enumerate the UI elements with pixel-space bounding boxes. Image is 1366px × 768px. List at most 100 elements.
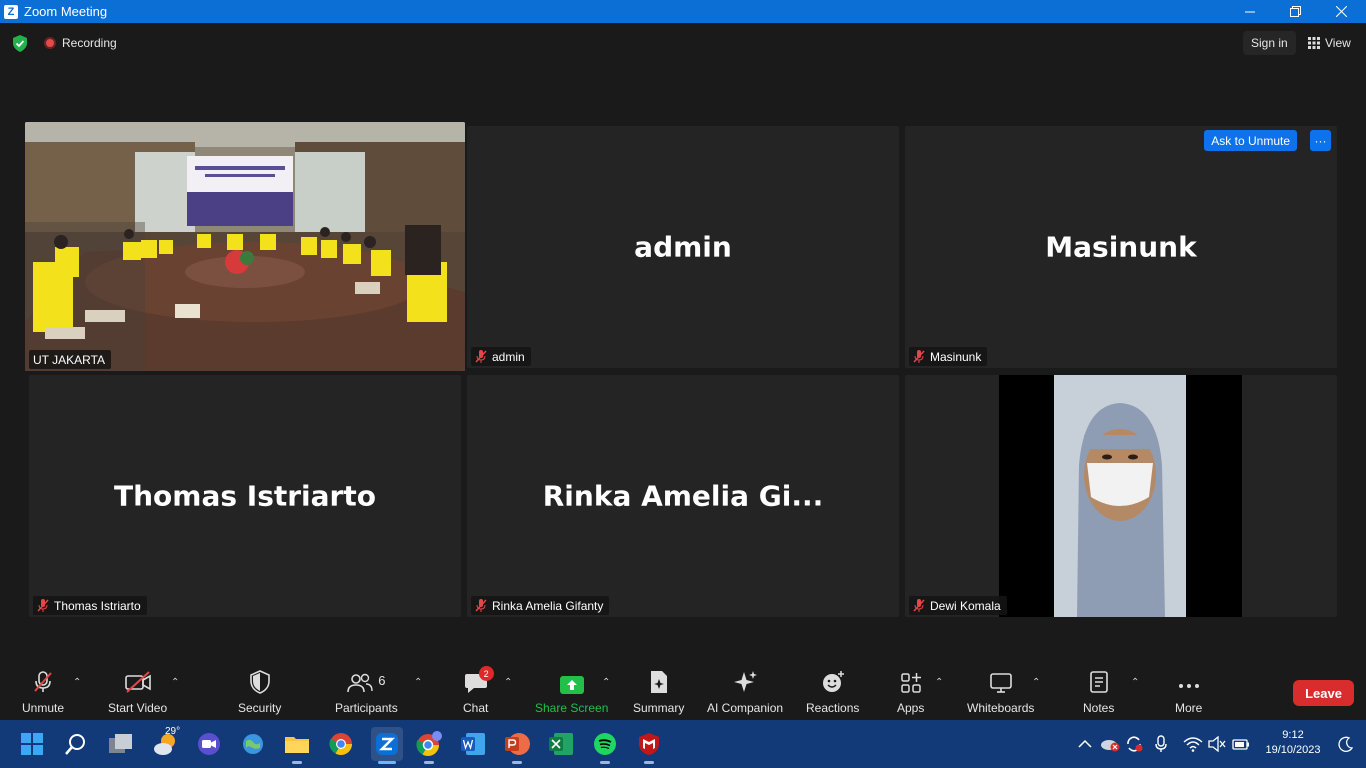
unmute-label: Unmute [22,701,65,715]
search-button[interactable] [62,730,90,758]
apps-button[interactable]: Apps [897,668,924,715]
battery-tray-icon[interactable] [1231,734,1251,754]
system-clock[interactable]: 9:12 19/10/2023 [1258,728,1328,758]
muted-mic-icon [34,671,52,692]
spotify-button[interactable] [591,730,619,758]
video-tile-admin[interactable]: admin admin [467,126,899,368]
zoom-taskbar-button[interactable] [371,727,403,761]
participant-video-image [999,375,1242,617]
word-icon [461,733,485,755]
sign-in-button[interactable]: Sign in [1243,31,1296,55]
participant-name-label: Dewi Komala [909,596,1007,615]
security-button[interactable]: Security [238,668,281,715]
view-button[interactable]: View [1302,31,1357,55]
video-tile-ut-jakarta[interactable]: UT JAKARTA [25,122,465,371]
volume-tray-icon[interactable] [1207,734,1227,754]
chevron-up-icon [1078,739,1092,748]
encryption-shield-icon[interactable] [12,35,28,52]
word-button[interactable] [459,730,487,758]
share-options-caret-icon[interactable]: ⌃ [602,677,614,688]
participant-name-label: UT JAKARTA [29,350,112,369]
notes-options-caret-icon[interactable]: ⌃ [1131,677,1143,688]
more-label: More [1175,701,1203,715]
video-tile-dewi-komala[interactable]: Dewi Komala [905,375,1337,617]
video-tile-rinka-amelia-gifanty[interactable]: Rinka Amelia Gi... Rinka Amelia Gifanty [467,375,899,617]
clock-date: 19/10/2023 [1265,744,1321,756]
running-indicator [512,761,522,764]
windows-logo-icon [21,733,43,755]
muted-mic-icon [913,350,925,363]
mcafee-button[interactable] [635,730,663,758]
wifi-icon [1183,737,1203,752]
unmute-button[interactable]: Unmute [22,668,64,715]
start-button[interactable] [18,730,46,758]
apps-icon [900,673,921,693]
whiteboard-icon [989,673,1012,693]
more-button[interactable]: More [1175,668,1202,715]
participant-name-label: Rinka Amelia Gifanty [471,596,610,615]
chat-unread-badge: 2 [478,666,494,681]
search-icon [65,734,85,755]
windows-taskbar: 29° 9:12 19/10/2023 [0,720,1366,768]
tile-more-options-button[interactable]: ··· [1310,130,1331,151]
onedrive-tray-icon[interactable] [1099,734,1121,754]
excel-button[interactable] [547,730,575,758]
restore-icon [1289,6,1301,17]
ai-companion-sparkle-icon [734,671,758,692]
video-camera-icon [198,733,220,755]
muted-mic-icon [37,599,49,612]
notes-button[interactable]: Notes [1083,668,1114,715]
close-button[interactable] [1318,0,1364,23]
task-view-button[interactable] [107,730,135,758]
participants-count: 6 [378,673,386,688]
sync-tray-icon[interactable] [1124,734,1144,754]
video-tile-thomas-istriarto[interactable]: Thomas Istriarto Thomas Istriarto [29,375,461,617]
ai-companion-button[interactable]: AI Companion [707,668,783,715]
zoom-app-icon [376,733,398,755]
participant-display-name: Rinka Amelia Gi... [542,479,824,513]
participants-options-caret-icon[interactable]: ⌃ [414,677,426,688]
video-tile-masinunk[interactable]: Ask to Unmute ··· Masinunk Masinunk [905,126,1337,368]
summary-button[interactable]: Summary [633,668,684,715]
task-view-icon [109,734,132,753]
muted-mic-icon [475,599,487,612]
folder-icon [285,737,309,753]
notifications-tray-icon[interactable] [1336,734,1356,754]
video-options-caret-icon[interactable]: ⌃ [171,677,183,688]
running-indicator [600,761,610,764]
share-screen-button[interactable]: Share Screen [535,668,608,715]
wifi-tray-icon[interactable] [1182,734,1204,754]
chat-button[interactable]: 2 Chat [463,666,494,715]
view-label: View [1325,36,1351,50]
ask-to-unmute-button[interactable]: Ask to Unmute [1204,130,1297,151]
window-title: Zoom Meeting [24,4,108,19]
show-hidden-icons-button[interactable] [1076,734,1094,754]
reactions-button[interactable]: Reactions [806,668,859,715]
share-screen-icon [559,676,584,694]
recording-dot-icon [44,37,56,49]
whiteboards-button[interactable]: Whiteboards [967,668,1034,715]
powerpoint-button[interactable] [503,730,531,758]
globe-app-button[interactable] [239,730,267,758]
participants-button[interactable]: 6 Participants [335,668,398,715]
chrome-icon [329,733,352,755]
start-video-button[interactable]: Start Video [108,668,167,715]
running-indicator [424,761,434,764]
apps-options-caret-icon[interactable]: ⌃ [935,677,947,688]
recording-indicator[interactable]: Recording [44,36,117,50]
audio-options-caret-icon[interactable]: ⌃ [73,677,85,688]
participant-name: admin [492,349,525,364]
file-explorer-button[interactable] [283,730,311,758]
restore-button[interactable] [1272,0,1318,23]
minimize-button[interactable] [1227,0,1273,23]
leave-button[interactable]: Leave [1293,680,1354,706]
participant-name: UT JAKARTA [33,352,106,367]
microphone-tray-icon[interactable] [1152,734,1170,754]
meeting-toolbar: Unmute ⌃ Start Video ⌃ Security 6 Partic… [0,662,1366,720]
chat-options-caret-icon[interactable]: ⌃ [504,677,516,688]
chrome-button[interactable] [327,730,355,758]
meet-now-button[interactable] [195,730,223,758]
whiteboards-options-caret-icon[interactable]: ⌃ [1032,677,1044,688]
weather-widget[interactable]: 29° [152,726,180,758]
chrome-profile-button[interactable] [415,730,443,758]
